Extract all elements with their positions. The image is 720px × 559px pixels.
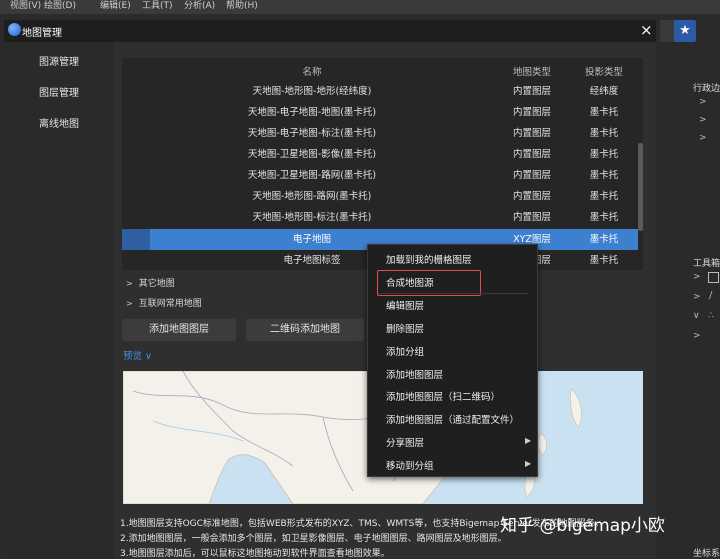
cell-map-type: 内置图层 <box>512 212 551 223</box>
menu-tools[interactable]: 工具(T) <box>142 0 173 14</box>
row-indent <box>122 229 150 250</box>
menu-item-share-layer[interactable]: 分享图层 <box>386 435 424 449</box>
cell-name: 天地图-地形图-地形(经纬度) <box>252 86 372 97</box>
table-row[interactable]: 天地图-地形图-地形(经纬度) 内置图层 经纬度 <box>122 81 638 102</box>
table-row[interactable]: 天地图-电子地图-地图(墨卡托) 内置图层 墨卡托 <box>122 102 638 123</box>
cell-name: 天地图-电子地图-标注(墨卡托) <box>247 128 377 139</box>
cell-map-type: 内置图层 <box>512 107 551 118</box>
cell-projection: 经纬度 <box>589 86 619 97</box>
description-line: 3.地图图层添加后，可以鼠标这地图拖动到软件界面查看地图效果。 <box>120 549 390 559</box>
chevron-right-icon: > <box>126 299 133 308</box>
cell-map-type: 内置图层 <box>512 149 551 160</box>
menu-item-load-raster[interactable]: 加载到我的栅格图层 <box>386 252 472 266</box>
table-row[interactable]: 天地图-地形图-标注(墨卡托) 内置图层 墨卡托 <box>122 207 638 228</box>
island <box>570 388 582 428</box>
menu-item-add-layer-config[interactable]: 添加地图图层（通过配置文件） <box>386 412 519 426</box>
cell-map-type: 内置图层 <box>512 86 551 97</box>
nav-item-layer-manage[interactable]: 图层管理 <box>4 84 114 99</box>
column-header-name[interactable]: 名称 <box>222 64 402 78</box>
submenu-arrow-icon: ▶ <box>525 436 532 445</box>
nav-item-source-manage[interactable]: 图源管理 <box>4 53 114 68</box>
admin-boundary-label: 行政边 <box>693 84 720 94</box>
chevron-right-icon[interactable]: > <box>699 97 707 107</box>
description-line: 2.添加地图图层，一般会添加多个图层，如卫星影像图层、电子地图图层、路网图层及地… <box>120 534 507 544</box>
cell-map-type: 内置图层 <box>512 170 551 181</box>
cell-map-type: 内置图层 <box>512 128 551 139</box>
group-label: 其它地图 <box>138 279 175 289</box>
nav-item-offline-map[interactable]: 离线地图 <box>4 115 114 130</box>
app-logo-icon <box>8 23 21 36</box>
star-icon[interactable]: ★ <box>674 20 696 42</box>
close-icon[interactable]: × <box>640 21 653 39</box>
cell-name: 天地图-卫星地图-影像(墨卡托) <box>247 149 377 160</box>
chevron-down-icon[interactable]: ∨ <box>693 311 700 321</box>
cell-name: 天地图-地形图-标注(墨卡托) <box>252 212 372 223</box>
chevron-right-icon[interactable]: > <box>693 272 701 282</box>
nodes-icon[interactable]: ∴ <box>708 311 714 321</box>
menu-help[interactable]: 帮助(H) <box>226 0 258 14</box>
group-internet-maps[interactable]: > 互联网常用地图 <box>126 296 202 309</box>
preview-toggle[interactable]: 预览 ∨ <box>123 348 152 362</box>
pen-icon[interactable]: / <box>709 290 712 301</box>
menu-divider <box>378 293 528 294</box>
table-row[interactable]: 天地图-卫星地图-路网(墨卡托) 内置图层 墨卡托 <box>122 165 638 186</box>
menu-item-delete-layer[interactable]: 删除图层 <box>386 321 424 335</box>
toolbox-label: 工具箱 <box>693 259 720 269</box>
menu-item-compose-source[interactable]: 合成地图源 <box>386 275 434 289</box>
menu-item-add-group[interactable]: 添加分组 <box>386 344 424 358</box>
cell-name: 天地图-电子地图-地图(墨卡托) <box>247 107 377 118</box>
table-row[interactable]: 天地图-卫星地图-影像(墨卡托) 内置图层 墨卡托 <box>122 144 638 165</box>
menu-edit[interactable]: 编辑(E) <box>100 0 131 14</box>
add-map-layer-button[interactable]: 添加地图图层 <box>122 319 236 341</box>
group-other-maps[interactable]: > 其它地图 <box>126 276 175 289</box>
cell-name: 天地图-地形图-路网(墨卡托) <box>252 191 372 202</box>
table-row[interactable]: 天地图-电子地图-标注(墨卡托) 内置图层 墨卡托 <box>122 123 638 144</box>
island <box>537 432 547 456</box>
column-header-map-type[interactable]: 地图类型 <box>492 64 572 78</box>
cell-name: 天地图-卫星地图-路网(墨卡托) <box>247 170 377 181</box>
dialog-title-bar[interactable] <box>4 20 656 42</box>
menu-analysis[interactable]: 分析(A) <box>184 0 215 14</box>
chevron-right-icon: > <box>126 279 133 288</box>
cell-projection: 墨卡托 <box>589 255 619 266</box>
cell-projection: 墨卡托 <box>589 212 619 223</box>
cell-projection: 墨卡托 <box>589 191 619 202</box>
table-scrollbar[interactable] <box>638 143 643 231</box>
app-right-panel <box>656 14 720 559</box>
group-label: 互联网常用地图 <box>138 299 202 309</box>
dialog-title: 地图管理 <box>22 28 62 39</box>
chevron-right-icon[interactable]: > <box>693 292 701 302</box>
menu-item-add-map-layer[interactable]: 添加地图图层 <box>386 367 443 381</box>
cell-projection: 墨卡托 <box>589 128 619 139</box>
grid-icon[interactable] <box>708 272 719 283</box>
chevron-right-icon[interactable]: > <box>699 115 707 125</box>
menu-item-edit-layer[interactable]: 编辑图层 <box>386 298 424 312</box>
chevron-right-icon[interactable]: > <box>693 331 701 341</box>
coord-system-label: 坐标系 <box>693 549 720 559</box>
menu-view[interactable]: 视图(V) <box>10 0 41 14</box>
chevron-right-icon[interactable]: > <box>699 133 707 143</box>
submenu-arrow-icon: ▶ <box>525 459 532 468</box>
column-header-projection[interactable]: 投影类型 <box>574 64 634 78</box>
cell-projection: 墨卡托 <box>589 149 619 160</box>
menu-draw[interactable]: 绘图(D) <box>44 0 76 14</box>
cell-projection: 墨卡托 <box>589 107 619 118</box>
cell-map-type: 内置图层 <box>512 191 551 202</box>
menu-item-move-to-group[interactable]: 移动到分组 <box>386 458 434 472</box>
cell-projection: 墨卡托 <box>589 234 619 245</box>
cell-projection: 墨卡托 <box>589 170 619 181</box>
qr-add-map-button[interactable]: 二维码添加地图 <box>246 319 364 341</box>
table-row[interactable]: 天地图-地形图-路网(墨卡托) 内置图层 墨卡托 <box>122 186 638 207</box>
watermark: 知乎 @bigemap小欧 <box>500 516 665 536</box>
menu-item-add-layer-qr[interactable]: 添加地图图层（扫二维码） <box>386 389 500 403</box>
